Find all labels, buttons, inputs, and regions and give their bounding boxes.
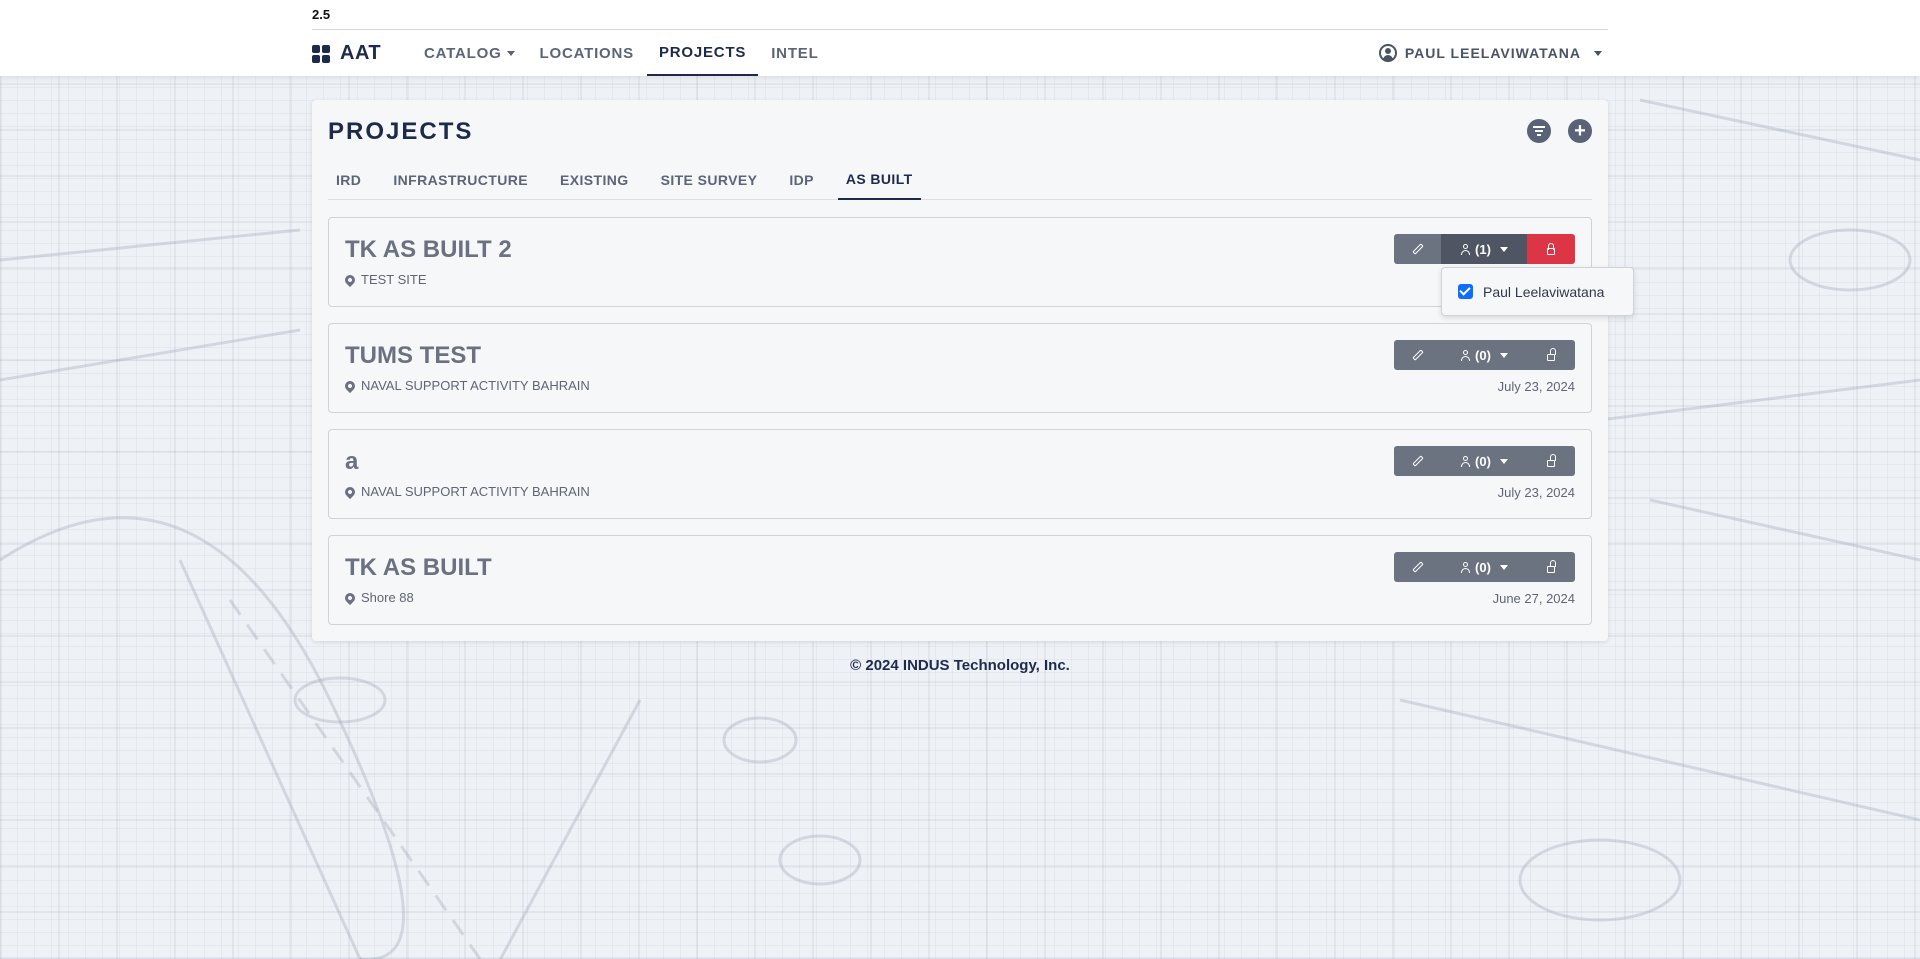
project-card[interactable]: TK AS BUILT 2 TEST SITE (1) [328, 217, 1592, 307]
filter-icon [1533, 126, 1545, 136]
pencil-icon [1411, 561, 1424, 573]
plus-icon: + [1574, 120, 1586, 142]
project-card[interactable]: TK AS BUILT Shore 88 June 27, 2024 (0) [328, 535, 1592, 625]
users-dropdown-button[interactable]: (0) [1441, 446, 1527, 476]
project-location-text: NAVAL SUPPORT ACTIVITY BAHRAIN [361, 378, 590, 393]
users-dropdown-button[interactable]: (0) [1441, 552, 1527, 582]
project-date: June 27, 2024 [1492, 591, 1575, 606]
chevron-down-icon [1594, 50, 1602, 56]
project-title[interactable]: TK AS BUILT 2 [345, 236, 512, 264]
user-checkbox[interactable] [1458, 284, 1473, 299]
users-dropdown-button[interactable]: (0) [1441, 340, 1527, 370]
nav-locations[interactable]: LOCATIONS [528, 30, 646, 76]
project-title[interactable]: TUMS TEST [345, 342, 481, 370]
edit-button[interactable] [1394, 552, 1441, 582]
nav-intel[interactable]: INTEL [759, 30, 830, 76]
tab-idp[interactable]: IDP [781, 160, 822, 200]
pencil-icon [1411, 349, 1424, 361]
filter-button[interactable] [1527, 119, 1551, 143]
project-location-text: TEST SITE [361, 272, 427, 287]
unlock-button[interactable] [1527, 446, 1575, 476]
tab-ird[interactable]: IRD [328, 160, 369, 200]
tab-site-survey[interactable]: SITE SURVEY [653, 160, 766, 200]
map-pin-icon [342, 484, 358, 499]
person-icon [1460, 243, 1471, 255]
unlock-icon [1546, 348, 1556, 361]
users-count: (0) [1475, 347, 1491, 363]
project-location: NAVAL SUPPORT ACTIVITY BAHRAIN [342, 484, 590, 499]
users-count: (0) [1475, 559, 1491, 575]
project-location-text: Shore 88 [361, 590, 414, 605]
pencil-icon [1411, 243, 1424, 255]
map-pin-icon [342, 272, 358, 287]
unlock-button[interactable] [1527, 340, 1575, 370]
brand-link[interactable]: AAT [312, 42, 381, 65]
nav-catalog[interactable]: CATALOG [412, 30, 527, 76]
project-location: NAVAL SUPPORT ACTIVITY BAHRAIN [342, 378, 590, 393]
project-actions: (0) [1394, 552, 1575, 582]
chevron-down-icon [1499, 352, 1508, 358]
user-name: PAUL LEELAVIWATANA [1404, 45, 1581, 61]
project-title[interactable]: TK AS BUILT [345, 554, 492, 582]
dropdown-user-name[interactable]: Paul Leelaviwatana [1483, 284, 1604, 300]
unlock-icon [1546, 560, 1556, 573]
page-title: PROJECTS [328, 118, 474, 145]
chevron-down-icon [1499, 246, 1508, 252]
edit-button[interactable] [1394, 340, 1441, 370]
project-date: July 23, 2024 [1497, 485, 1575, 500]
project-location: TEST SITE [342, 272, 427, 287]
unlock-icon [1546, 454, 1556, 467]
map-pin-icon [342, 378, 358, 393]
nav-intel-label: INTEL [771, 44, 819, 62]
tab-as-built[interactable]: AS BUILT [837, 160, 921, 200]
person-icon [1460, 455, 1471, 467]
project-location-text: NAVAL SUPPORT ACTIVITY BAHRAIN [361, 484, 590, 499]
main-nav: CATALOG LOCATIONS PROJECTS INTEL [412, 30, 832, 76]
project-actions: (1) [1394, 234, 1575, 264]
chevron-down-icon [1499, 564, 1508, 570]
projects-panel: PROJECTS + IRD INFRASTRUCTURE EXISTING S… [312, 100, 1608, 641]
project-title[interactable]: a [345, 448, 358, 476]
unlock-button[interactable] [1527, 552, 1575, 582]
top-navbar: 2.5 AAT CATALOG LOCATIONS PROJECTS INTEL… [0, 0, 1920, 76]
chevron-down-icon [506, 50, 515, 56]
add-project-button[interactable]: + [1568, 119, 1592, 143]
map-pin-icon [342, 590, 358, 605]
grid-icon [312, 44, 330, 63]
project-location: Shore 88 [342, 590, 414, 605]
tab-existing[interactable]: EXISTING [552, 160, 637, 200]
project-actions: (0) [1394, 340, 1575, 370]
edit-button[interactable] [1394, 234, 1441, 264]
project-type-tabs: IRD INFRASTRUCTURE EXISTING SITE SURVEY … [328, 160, 1592, 200]
user-menu[interactable]: PAUL LEELAVIWATANA [1378, 44, 1602, 62]
tab-infrastructure[interactable]: INFRASTRUCTURE [385, 160, 536, 200]
nav-projects[interactable]: PROJECTS [646, 30, 759, 76]
users-count: (0) [1475, 453, 1491, 469]
user-circle-icon [1378, 44, 1397, 62]
lock-button[interactable] [1527, 234, 1575, 264]
person-icon [1460, 349, 1471, 361]
person-icon [1460, 561, 1471, 573]
project-card[interactable]: a NAVAL SUPPORT ACTIVITY BAHRAIN July 23… [328, 429, 1592, 519]
nav-locations-label: LOCATIONS [539, 44, 634, 62]
edit-button[interactable] [1394, 446, 1441, 476]
nav-catalog-label: CATALOG [424, 44, 502, 62]
pencil-icon [1411, 455, 1424, 467]
nav-projects-label: PROJECTS [658, 43, 747, 61]
chevron-down-icon [1499, 458, 1508, 464]
footer-copyright: © 2024 INDUS Technology, Inc. [850, 657, 1070, 674]
users-dropdown-button[interactable]: (1) [1441, 234, 1527, 264]
app-version: 2.5 [312, 7, 331, 22]
users-count: (1) [1475, 241, 1491, 257]
project-date: July 23, 2024 [1497, 379, 1575, 394]
brand-name: AAT [340, 42, 382, 64]
project-actions: (0) [1394, 446, 1575, 476]
project-card[interactable]: TUMS TEST NAVAL SUPPORT ACTIVITY BAHRAIN… [328, 323, 1592, 413]
users-dropdown-menu: Paul Leelaviwatana [1441, 267, 1634, 316]
lock-icon [1546, 243, 1556, 255]
